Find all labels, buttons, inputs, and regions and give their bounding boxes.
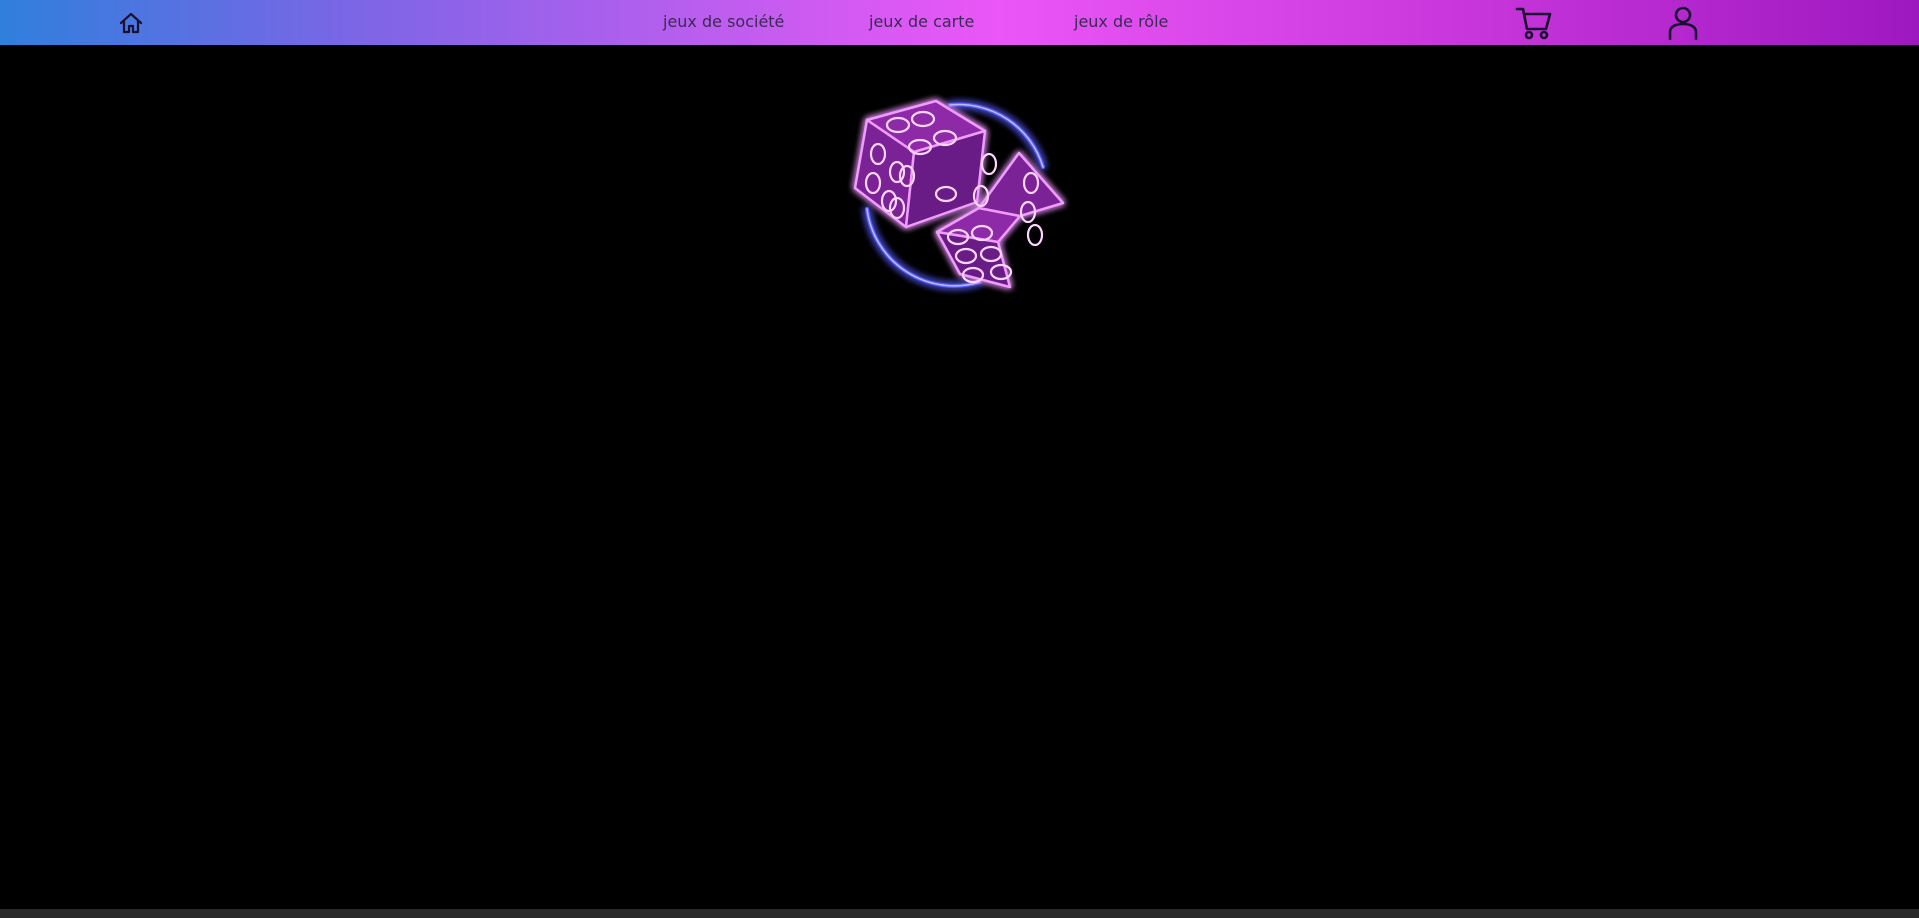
nav-link-card-games[interactable]: jeux de carte bbox=[869, 12, 974, 32]
nav-link-board-games[interactable]: jeux de société bbox=[663, 12, 784, 32]
bottom-edge bbox=[0, 909, 1919, 918]
top-navbar: jeux de société jeux de carte jeux de rô… bbox=[0, 0, 1919, 45]
nav-link-role-playing-games[interactable]: jeux de rôle bbox=[1074, 12, 1168, 32]
account-button[interactable] bbox=[1667, 5, 1699, 41]
user-icon bbox=[1668, 6, 1698, 40]
home-icon bbox=[119, 12, 143, 34]
shopping-cart-icon bbox=[1515, 7, 1552, 40]
cart-button[interactable] bbox=[1515, 5, 1553, 41]
dice-icon bbox=[853, 99, 1065, 289]
neon-dice-logo bbox=[845, 92, 1070, 302]
home-button[interactable] bbox=[118, 11, 144, 35]
